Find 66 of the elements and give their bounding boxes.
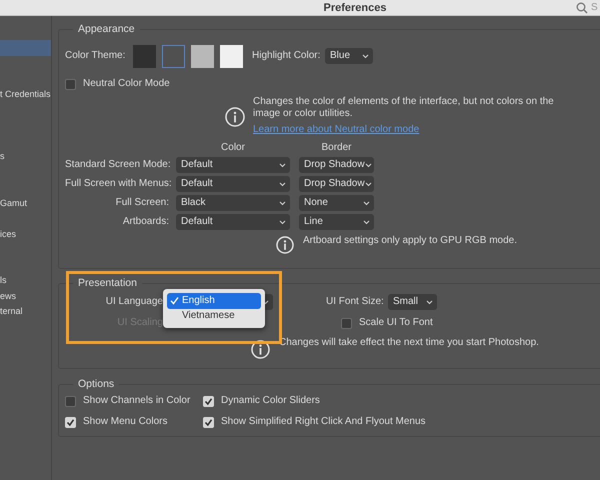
dropdown[interactable]: Default	[176, 176, 290, 192]
checkbox-label: Neutral Color Mode	[83, 78, 170, 90]
checkbox-label: Scale UI To Font	[359, 317, 433, 329]
chevron-icon	[279, 200, 286, 206]
chevron-icon	[363, 200, 370, 206]
field-label: Artboards:	[122, 216, 169, 228]
checkbox[interactable]	[65, 396, 76, 406]
dropdown[interactable]: None	[299, 195, 374, 211]
checkbox-label: Dynamic Color Sliders	[221, 395, 320, 407]
sidebar-item[interactable]: t Credentials	[0, 86, 51, 102]
checkbox[interactable]	[203, 416, 214, 428]
checkbox-label: Show Simplified Right Click And Flyout Menus	[221, 416, 426, 428]
group-title: Options	[77, 378, 116, 390]
menu-item[interactable]: Vietnamese	[167, 308, 261, 324]
chevron-icon	[279, 182, 286, 186]
checkbox[interactable]	[65, 78, 76, 90]
sidebar-item[interactable]: ls	[0, 272, 51, 288]
info-icon	[276, 236, 294, 254]
theme-swatch[interactable]	[220, 44, 243, 68]
dropdown[interactable]: Small	[388, 294, 437, 310]
checkbox-label: Show Menu Colors	[83, 416, 168, 428]
dropdown[interactable]: Black	[176, 195, 290, 211]
menu-item[interactable]: English	[167, 293, 261, 308]
chevron-icon	[363, 220, 370, 224]
group-title: Presentation	[77, 277, 138, 289]
checkbox[interactable]	[203, 396, 214, 406]
checkbox-label: Show Channels in Color	[83, 395, 190, 407]
info-icon	[251, 340, 270, 359]
checkbox[interactable]	[65, 416, 76, 428]
field-label: Highlight Color:	[252, 50, 322, 62]
dropdown[interactable]: Drop Shadow	[299, 157, 374, 173]
chevron-icon	[362, 54, 369, 58]
dropdown[interactable]: Default	[176, 214, 290, 230]
column-header: Border	[320, 142, 352, 154]
dropdown[interactable]: Blue	[325, 48, 373, 64]
group-title: Appearance	[77, 23, 136, 35]
theme-swatch[interactable]	[191, 44, 214, 68]
chevron-icon	[364, 182, 372, 186]
column-header: Color	[220, 142, 246, 154]
note-text: Artboard settings only apply to GPU RGB mode.	[303, 235, 517, 247]
chevron-icon	[279, 220, 286, 224]
check-icon	[170, 296, 179, 306]
sidebar-item[interactable]: ews	[0, 288, 51, 304]
dropdown[interactable]: Default	[176, 157, 290, 173]
chevron-icon	[279, 162, 286, 168]
field-label: UI Font Size:	[326, 296, 385, 308]
search-icon	[576, 2, 588, 14]
field-label: UI Language	[104, 296, 163, 308]
dropdown[interactable]: Drop Shadow	[299, 176, 374, 192]
field-label: Color Theme:	[65, 50, 126, 62]
chevron-icon	[426, 300, 433, 304]
sidebar-item[interactable]: ternal	[0, 304, 51, 319]
field-label: Full Screen:	[114, 197, 169, 209]
info-text: Changes the color of elements of the interface, but not colors on the image or color utilities.	[253, 96, 555, 120]
sidebar-item[interactable]: s	[0, 148, 51, 164]
checkbox[interactable]	[341, 318, 352, 328]
field-label: Full Screen with Menus:	[65, 178, 169, 190]
theme-swatch[interactable]	[133, 44, 156, 68]
info-icon	[225, 107, 245, 127]
field-label: Standard Screen Mode:	[65, 159, 169, 171]
sidebar-item[interactable]: ices	[0, 226, 51, 242]
sidebar-item[interactable]: Gamut	[0, 195, 51, 210]
chevron-icon	[364, 162, 372, 168]
dropdown[interactable]: Line	[299, 214, 374, 230]
window-title: Preferences	[324, 2, 386, 14]
theme-swatch[interactable]	[162, 44, 185, 68]
